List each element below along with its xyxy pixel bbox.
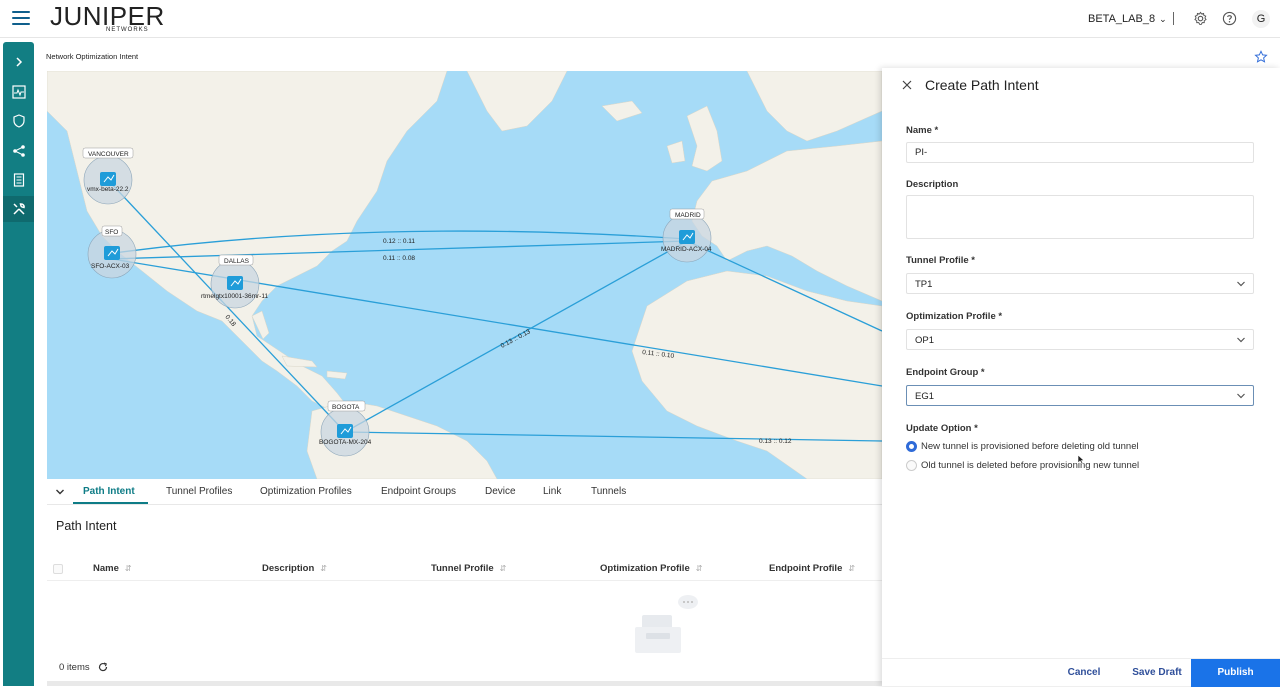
site-device: MADRID-ACX-04 [661,246,712,253]
endpoint-group-select[interactable]: EG1 [906,385,1254,406]
site-tag: MADRID [675,212,701,219]
optimization-profile-select[interactable]: OP1 [906,329,1254,350]
close-icon[interactable] [902,80,912,90]
update-option-label: Update Option * [906,423,978,434]
radio-unselected[interactable] [906,460,917,471]
chevron-down-icon: ⌄ [1159,14,1167,24]
sidebar-item-reports[interactable] [3,167,34,193]
update-option-old-first[interactable]: Old tunnel is deleted before provisionin… [906,460,1139,471]
column-header-name[interactable]: Name ⇵ [93,563,132,574]
network-map[interactable]: 0.12 :: 0.11 0.11 :: 0.08 0.13 :: 0.13 0… [47,71,882,479]
tab-bar: Path Intent Tunnel Profiles Optimization… [47,479,882,505]
avatar[interactable]: G [1252,10,1270,28]
sort-icon[interactable]: ⇵ [125,564,132,573]
sort-icon[interactable]: ⇵ [320,564,327,573]
site-tag: DALLAS [224,258,250,265]
tab-tunnel-profiles[interactable]: Tunnel Profiles [166,486,232,497]
org-selector[interactable]: BETA_LAB_8 ⌄ [1088,13,1167,25]
site-device: BOGOTA-MX-204 [319,439,372,446]
radio-selected[interactable] [906,441,917,452]
sort-icon[interactable]: ⇵ [848,564,855,573]
chevron-down-icon[interactable] [55,487,65,497]
tab-optimization-profiles[interactable]: Optimization Profiles [260,486,352,497]
tab-link[interactable]: Link [543,486,561,497]
sidebar-item-network[interactable] [3,138,34,164]
top-bar: JUNIPER NETWORKS BETA_LAB_8 ⌄ G [0,0,1280,38]
sidebar-expand[interactable] [3,49,34,75]
name-label: Name * [906,125,939,136]
column-header-optimization-profile[interactable]: Optimization Profile ⇵ [600,563,702,574]
link-label: 0.12 :: 0.11 [383,238,415,245]
menu-icon[interactable] [12,11,30,27]
document-icon [13,173,24,187]
star-icon[interactable] [1254,50,1268,64]
site-device: rtmelgtx10001-36mr-11 [201,293,268,300]
sidebar-item-monitor[interactable] [3,79,34,105]
tools-icon [12,203,25,215]
update-option-new-first[interactable]: New tunnel is provisioned before deletin… [906,441,1139,452]
tab-device[interactable]: Device [485,486,516,497]
panel-footer: Cancel Save Draft Publish [882,658,1280,687]
chevron-down-icon [1237,393,1245,399]
description-field[interactable] [906,195,1254,239]
description-label: Description [906,179,959,190]
breadcrumb: Network Optimization Intent [46,52,139,61]
column-header-endpoint-profile[interactable]: Endpoint Profile ⇵ [769,563,855,574]
tab-path-intent[interactable]: Path Intent [83,486,135,497]
site-tag: SFO [105,229,118,236]
table-header: Name ⇵ Description ⇵ Tunnel Profile ⇵ Optim… [47,557,882,581]
section-title: Path Intent [56,519,117,533]
sidebar-item-security[interactable] [3,108,34,134]
tunnel-profile-select[interactable]: TP1 [906,273,1254,294]
header-divider [1173,12,1174,25]
gear-icon[interactable] [1193,11,1208,26]
publish-button[interactable]: Publish [1191,659,1280,687]
site-device: SFO-ACX-03 [91,263,130,270]
item-count: 0 items [59,662,108,673]
shield-icon [12,114,25,128]
chevron-down-icon [1237,281,1245,287]
map-land [47,71,882,479]
tab-tunnels[interactable]: Tunnels [591,486,626,497]
sidebar [3,42,34,686]
site-tag: VANCOUVER [88,151,129,158]
network-icon [12,145,25,157]
tab-endpoint-groups[interactable]: Endpoint Groups [381,486,456,497]
active-tab-indicator [73,502,148,504]
chevron-right-icon [15,57,22,67]
chevron-down-icon [1237,337,1245,343]
column-header-description[interactable]: Description ⇵ [262,563,327,574]
refresh-icon[interactable] [98,662,108,672]
cancel-button[interactable]: Cancel [1054,659,1114,687]
sidebar-item-tools[interactable] [3,196,34,222]
save-draft-button[interactable]: Save Draft [1122,659,1192,687]
select-all-checkbox[interactable] [53,564,63,574]
help-icon[interactable] [1222,11,1237,26]
link-label: 0.13 :: 0.13 [500,328,532,350]
monitor-icon [11,85,26,99]
create-path-intent-panel: Create Path Intent Name * Description Tu… [882,68,1280,687]
juniper-logo: JUNIPER NETWORKS [50,1,165,33]
optimization-profile-label: Optimization Profile * [906,311,1003,322]
sort-icon[interactable]: ⇵ [500,564,507,573]
site-vancouver[interactable]: VANCOUVER vmx-beta-22.2 [82,147,134,205]
empty-state-icon [635,595,698,653]
name-field[interactable] [906,142,1254,163]
sort-icon[interactable]: ⇵ [696,564,703,573]
site-tag: BOGOTA [332,404,360,411]
link-label: 0.11 :: 0.08 [383,255,415,262]
footer-bar [47,681,882,686]
column-header-tunnel-profile[interactable]: Tunnel Profile ⇵ [431,563,506,574]
site-device: vmx-beta-22.2 [87,186,129,193]
panel-title: Create Path Intent [925,77,1039,93]
tunnel-profile-label: Tunnel Profile * [906,255,975,266]
endpoint-group-label: Endpoint Group * [906,367,985,378]
link-label: 0.13 :: 0.12 [759,438,792,445]
mouse-cursor-icon [1077,454,1085,465]
